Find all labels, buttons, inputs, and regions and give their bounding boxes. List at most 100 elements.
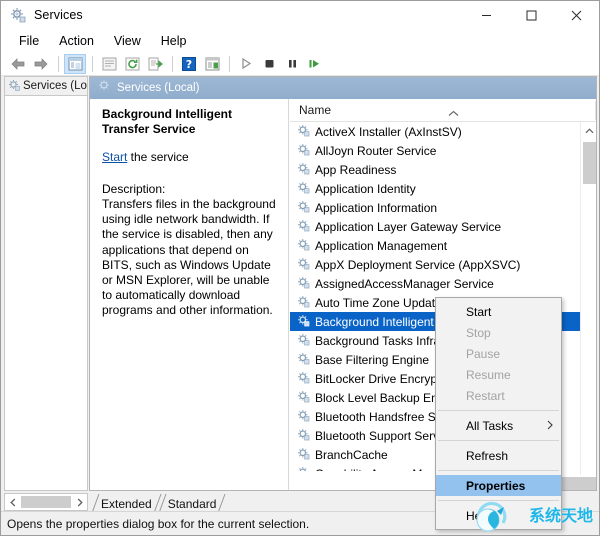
horizontal-scroll-thumb[interactable] [21,496,71,508]
tree-horizontal-scrollbar[interactable] [4,493,88,511]
service-name-label: Application Layer Gateway Service [315,219,502,234]
console-tree-tab[interactable]: Services (Loca [4,76,88,95]
console-tree-pane[interactable] [4,95,88,491]
services-row[interactable]: AssignedAccessManager Service [290,274,580,293]
status-text: Opens the properties dialog box for the … [7,516,310,531]
column-divider[interactable] [595,101,596,120]
properties-icon[interactable] [201,54,223,74]
pause-service-icon[interactable] [281,54,303,74]
results-pane-title: Services (Local) [117,82,200,94]
context-menu-separator [438,470,559,471]
context-menu-item-restart: Restart [436,385,561,406]
service-gear-icon [297,333,310,349]
context-menu-item-refresh[interactable]: Refresh [436,445,561,466]
services-row[interactable]: ActiveX Installer (AxInstSV) [290,122,580,141]
description-label: Description: [102,182,166,196]
context-menu-item-label: Start [466,304,492,319]
context-menu-item-pause: Pause [436,343,561,364]
console-tree-tab-label: Services (Loca [23,80,87,92]
services-row[interactable]: Application Information [290,198,580,217]
menu-action[interactable]: Action [49,32,104,50]
context-menu-item-label: Help [466,508,491,523]
restart-service-icon[interactable] [304,54,326,74]
service-gear-icon [297,200,310,216]
service-gear-icon [297,314,310,330]
menu-help[interactable]: Help [151,32,197,50]
scroll-right-icon[interactable] [72,494,87,510]
context-menu-item-stop: Stop [436,322,561,343]
service-gear-icon [297,295,310,311]
vertical-scroll-thumb[interactable] [583,142,596,184]
service-context-menu[interactable]: Start Stop Pause Resume Restart All Tasks Refr… [435,297,562,530]
menu-bar: File Action View Help [1,29,599,52]
toolbar-separator [229,55,230,72]
services-row[interactable]: AppX Deployment Service (AppXSVC) [290,255,580,274]
console-tree-tabstrip: Services (Loca [4,76,88,95]
selected-service-name: Background Intelligent Transfer Service [102,107,233,136]
refresh-icon[interactable] [121,54,143,74]
services-row[interactable]: Application Identity [290,179,580,198]
service-name-label: BranchCache [315,447,388,462]
context-menu-item-start[interactable]: Start [436,301,561,322]
stop-service-icon[interactable] [258,54,280,74]
services-row[interactable]: Application Layer Gateway Service [290,217,580,236]
start-service-link[interactable]: Start [102,150,127,164]
service-name-label: Application Information [315,200,438,215]
toolbar-separator [92,55,93,72]
service-name-label: AssignedAccessManager Service [315,276,494,291]
results-pane-header: Services (Local) [90,77,596,99]
title-bar: Services [1,1,599,29]
column-header-name[interactable]: Name [290,103,331,117]
list-column-header: Name [290,99,596,122]
forward-icon[interactable] [30,54,52,74]
context-menu-item-label: All Tasks [466,418,514,433]
scroll-left-icon[interactable] [5,494,20,510]
context-menu-item-properties[interactable]: Properties [436,475,561,496]
start-service-icon[interactable] [235,54,257,74]
context-menu-item-help[interactable]: Help [436,505,561,526]
service-gear-icon [297,219,310,235]
menu-view[interactable]: View [104,32,151,50]
menu-file[interactable]: File [9,32,49,50]
context-menu-item-label: Restart [466,388,505,403]
toolbar-separator [58,55,59,72]
window-controls [464,1,599,29]
services-window: Services File Action View Help ? Service… [0,0,600,536]
service-action-line: Start the service [102,150,278,164]
back-icon[interactable] [7,54,29,74]
show-hide-console-tree-icon[interactable] [64,53,86,74]
scroll-up-icon[interactable] [581,122,596,139]
service-name-label: Base Filtering Engine [315,352,430,367]
services-gear-icon [10,7,26,23]
chevron-right-icon [547,419,553,433]
service-name-label: Application Management [315,238,448,253]
context-menu-item-label: Refresh [466,448,509,463]
context-menu-item-all-tasks[interactable]: All Tasks [436,415,561,436]
service-name-label: ActiveX Installer (AxInstSV) [315,124,462,139]
service-gear-icon [297,409,310,425]
sort-ascending-icon [448,104,459,122]
service-gear-icon [297,390,310,406]
service-name-label: Bluetooth Support Service [315,428,455,443]
service-gear-icon [297,143,310,159]
service-gear-icon [297,238,310,254]
help-icon[interactable]: ? [178,54,200,74]
export-list-green-icon[interactable] [144,54,166,74]
context-menu-item-label: Stop [466,325,491,340]
service-gear-icon [297,466,310,471]
service-gear-icon [297,257,310,273]
list-vertical-scrollbar[interactable] [580,122,596,490]
export-list-icon[interactable] [98,54,120,74]
minimize-button[interactable] [464,1,509,29]
close-button[interactable] [554,1,599,29]
services-row[interactable]: Application Management [290,236,580,255]
services-row[interactable]: App Readiness [290,160,580,179]
service-details-panel: Background Intelligent Transfer Service … [90,99,289,490]
service-action-suffix: the service [127,150,189,164]
services-row[interactable]: AllJoyn Router Service [290,141,580,160]
maximize-button[interactable] [509,1,554,29]
services-gear-icon [98,79,111,97]
context-menu-item-label: Pause [466,346,501,361]
services-gear-icon [8,79,20,94]
view-tab-label: Extended [101,496,152,511]
